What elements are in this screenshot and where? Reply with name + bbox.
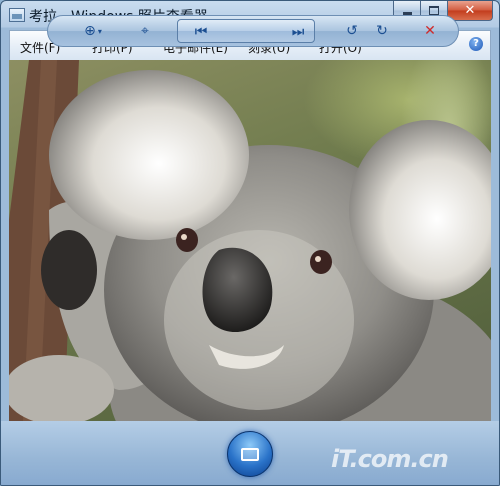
previous-button[interactable]: ⏮ <box>189 22 213 42</box>
next-icon: ⏭ <box>291 24 305 40</box>
delete-button[interactable]: ✕ <box>419 21 441 41</box>
close-button[interactable]: ✕ <box>448 1 493 21</box>
photo-viewer-window: 考拉 - Windows 照片查看器 ✕ 文件(F) ▼ 打印(P) ▼ 电子邮… <box>0 0 500 486</box>
actual-size-icon: ⌖ <box>141 23 149 39</box>
next-button[interactable]: ⏭ <box>286 22 310 42</box>
maximize-icon <box>429 6 439 15</box>
watermark-logo: iT.com.cn <box>331 445 449 473</box>
rotate-clockwise-button[interactable]: ↻ <box>371 21 393 41</box>
slideshow-icon <box>241 447 259 461</box>
delete-icon: ✕ <box>424 23 436 39</box>
rotate-counterclockwise-button[interactable]: ↺ <box>341 21 363 41</box>
slideshow-button[interactable] <box>227 431 273 477</box>
zoom-button[interactable]: ⊕ ▾ <box>77 21 109 41</box>
rotate-clockwise-icon: ↻ <box>376 23 388 39</box>
koala-photo <box>9 60 491 421</box>
photo-display <box>9 60 491 421</box>
close-icon: ✕ <box>464 3 476 18</box>
rotate-counterclockwise-icon: ↺ <box>346 23 358 39</box>
previous-icon: ⏮ <box>194 24 208 40</box>
help-icon[interactable]: ? <box>469 37 483 51</box>
zoom-dropdown-icon: ▾ <box>97 26 102 36</box>
photo-viewer-app-icon[interactable] <box>9 8 25 22</box>
zoom-icon: ⊕ <box>84 23 96 39</box>
actual-size-button[interactable]: ⌖ <box>134 21 156 41</box>
